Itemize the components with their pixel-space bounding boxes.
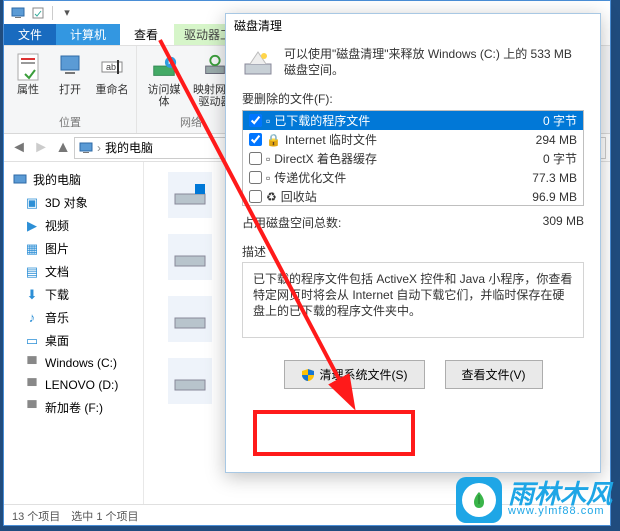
total-row: 占用磁盘空间总数: 309 MB xyxy=(242,214,584,231)
properties-button[interactable]: 属性 xyxy=(10,50,46,96)
file-row[interactable]: ▫ DirectX 着色器缓存 0 字节 xyxy=(243,149,583,168)
file-checkbox[interactable] xyxy=(249,114,262,127)
access-media-button[interactable]: 访问媒体 xyxy=(143,50,185,108)
tree-item[interactable]: ▤文档 xyxy=(4,260,143,283)
desc-text: 已下载的程序文件包括 ActiveX 控件和 Java 小程序，你查看特定网页时… xyxy=(242,262,584,338)
tree-item[interactable]: ▶视频 xyxy=(4,214,143,237)
file-icon: ▫ xyxy=(266,114,270,128)
tree-root[interactable]: 我的电脑 xyxy=(4,168,143,191)
qa-dropdown-icon[interactable]: ▾ xyxy=(57,4,77,22)
file-list[interactable]: ▫ 已下载的程序文件 0 字节 🔒 Internet 临时文件 294 MB ▫… xyxy=(242,110,584,206)
properties-icon xyxy=(14,50,42,84)
file-row[interactable]: ▫ 已下载的程序文件 0 字节 xyxy=(243,111,583,130)
lock-icon: 🔒 xyxy=(266,133,281,147)
clean-system-files-button[interactable]: 清理系统文件(S) xyxy=(284,360,425,389)
view-files-button[interactable]: 查看文件(V) xyxy=(445,360,543,389)
drive-item[interactable] xyxy=(168,296,212,342)
props-qa-icon[interactable] xyxy=(28,4,48,22)
dialog-description: 可以使用"磁盘清理"来释放 Windows (C:) 上的 533 MB 磁盘空… xyxy=(242,46,584,78)
video-icon: ▶ xyxy=(24,218,40,234)
desktop-icon: ▭ xyxy=(24,333,40,349)
pc-icon xyxy=(79,142,93,154)
file-icon: ▫ xyxy=(266,171,270,185)
drive-icon: ▀ xyxy=(24,355,40,371)
file-checkbox[interactable] xyxy=(249,152,262,165)
forward-button[interactable]: ► xyxy=(30,137,52,159)
tree-item[interactable]: ♪音乐 xyxy=(4,306,143,329)
up-button[interactable]: ▲ xyxy=(52,137,74,159)
file-checkbox[interactable] xyxy=(249,171,262,184)
cube-icon: ▣ xyxy=(24,195,40,211)
drive-icon: ▀ xyxy=(24,377,40,393)
open-icon xyxy=(56,50,84,84)
file-checkbox[interactable] xyxy=(249,133,262,146)
tree-item[interactable]: ▭桌面 xyxy=(4,329,143,352)
desc-label: 描述 xyxy=(242,243,584,260)
tree-item[interactable]: ▀LENOVO (D:) xyxy=(4,374,143,396)
rename-icon: ab xyxy=(98,50,126,84)
file-list-label: 要删除的文件(F): xyxy=(242,90,584,107)
dialog-title: 磁盘清理 xyxy=(226,14,600,36)
disk-cleanup-dialog: 磁盘清理 可以使用"磁盘清理"来释放 Windows (C:) 上的 533 M… xyxy=(225,13,601,473)
open-button[interactable]: 打开 xyxy=(52,50,88,96)
drive-item[interactable] xyxy=(168,358,212,404)
music-icon: ♪ xyxy=(24,310,40,326)
logo-watermark: 雨林木风 www.ylmf88.com xyxy=(456,477,612,523)
file-checkbox[interactable] xyxy=(249,190,262,203)
back-button[interactable]: ◄ xyxy=(8,137,30,159)
drive-item[interactable] xyxy=(168,234,212,280)
recycle-icon: ♻ xyxy=(266,190,277,204)
pc-icon xyxy=(8,4,28,22)
file-icon: ▫ xyxy=(266,152,270,166)
file-row[interactable]: 🔒 Internet 临时文件 294 MB xyxy=(243,130,583,149)
document-icon: ▤ xyxy=(24,264,40,280)
pc-icon xyxy=(12,172,28,188)
tree-item[interactable]: ▀新加卷 (F:) xyxy=(4,396,143,419)
svg-text:ab: ab xyxy=(106,62,116,72)
drive-icon: ▀ xyxy=(24,400,40,416)
tab-view[interactable]: 查看 xyxy=(120,24,172,45)
tree-item[interactable]: ▀Windows (C:) xyxy=(4,352,143,374)
nav-tree: 我的电脑 ▣3D 对象 ▶视频 ▦图片 ▤文档 ⬇下载 ♪音乐 ▭桌面 ▀Win… xyxy=(4,162,144,504)
tab-file[interactable]: 文件 xyxy=(4,24,56,45)
file-row[interactable]: ♻ 回收站 96.9 MB xyxy=(243,187,583,206)
tab-computer[interactable]: 计算机 xyxy=(56,24,120,45)
rename-button[interactable]: ab 重命名 xyxy=(94,50,130,96)
logo-badge-icon xyxy=(456,477,502,523)
tree-item[interactable]: ⬇下载 xyxy=(4,283,143,306)
drive-item[interactable] xyxy=(168,172,212,218)
file-row[interactable]: ▫ 传递优化文件 77.3 MB xyxy=(243,168,583,187)
picture-icon: ▦ xyxy=(24,241,40,257)
drive-clean-icon xyxy=(242,46,274,78)
tree-item[interactable]: ▦图片 xyxy=(4,237,143,260)
media-icon xyxy=(150,50,178,84)
shield-icon xyxy=(301,368,315,382)
tree-item[interactable]: ▣3D 对象 xyxy=(4,191,143,214)
ribbon-group-location: 属性 打开 ab 重命名 位置 xyxy=(4,46,137,133)
download-icon: ⬇ xyxy=(24,287,40,303)
